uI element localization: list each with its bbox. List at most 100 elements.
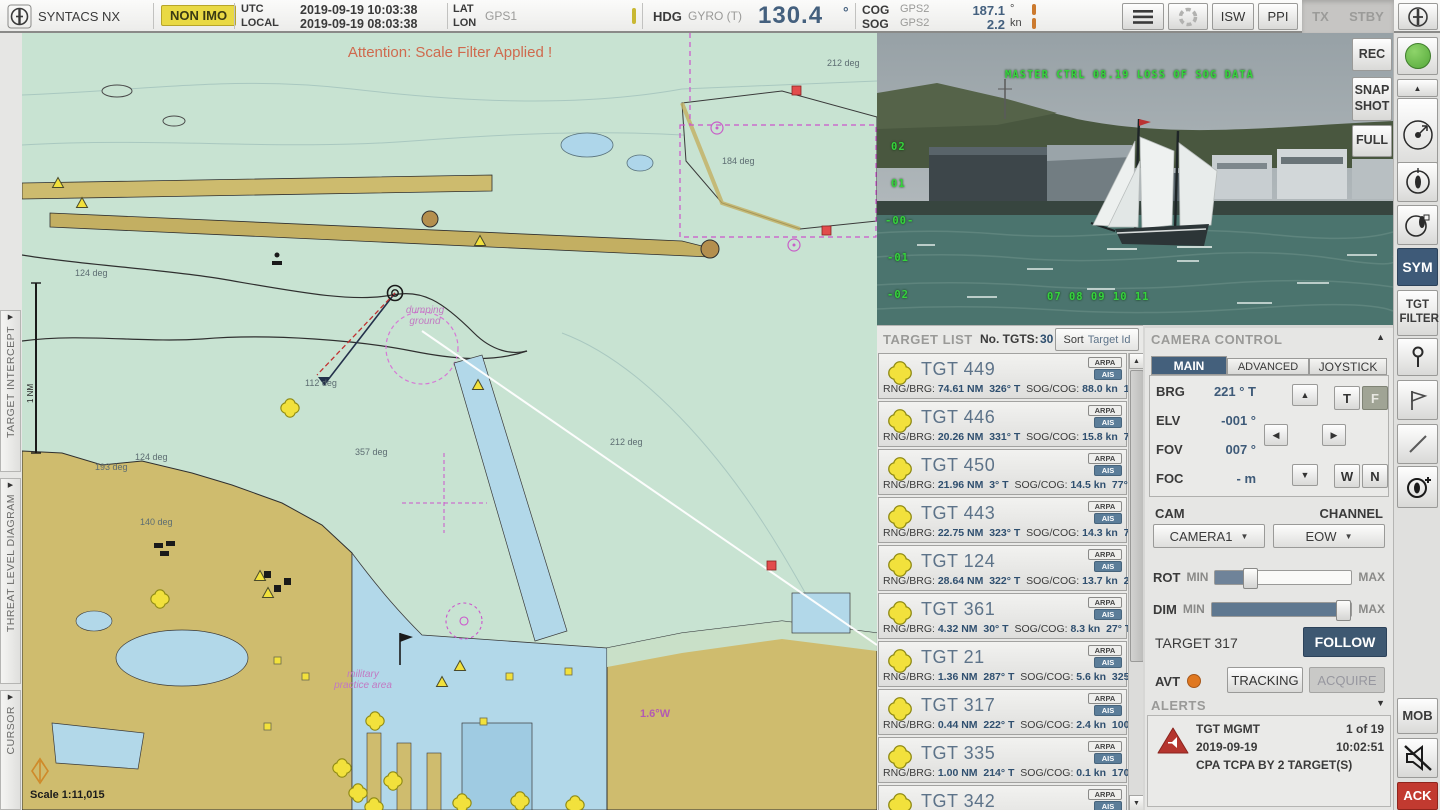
wide-button[interactable]: W [1334, 464, 1360, 488]
mob-button[interactable]: MOB [1397, 698, 1438, 734]
tgt-filter-label: TGT FILTER [1400, 299, 1436, 327]
day-night-button[interactable] [1168, 3, 1208, 30]
camera-control-title: CAMERA CONTROL [1151, 332, 1282, 347]
scrollbar-thumb[interactable] [1130, 370, 1143, 662]
pan-up-button[interactable]: ▲ [1292, 384, 1318, 406]
dim-slider-thumb[interactable] [1336, 600, 1351, 621]
stby-label: STBY [1349, 9, 1384, 24]
ais-badge: AIS [1094, 369, 1122, 380]
event-mark-button[interactable] [1397, 380, 1438, 420]
alerts-panel: ALERTS ▼ TGT MGMT 1 of 19 2019-09-19 10:… [1145, 695, 1393, 810]
sog-quality-indicator [1032, 18, 1036, 29]
target-list-item[interactable]: TGT 335 ARPA AIS RNG/BRG: 1.00 NM 214° T… [878, 737, 1127, 783]
utc-time: 2019-09-19 10:03:38 [300, 3, 417, 17]
fov-value: 007 ° [1194, 442, 1256, 457]
chevron-down-icon: ▼ [1345, 532, 1353, 541]
map-pin-icon [1410, 346, 1426, 368]
max-label: MAX [1358, 570, 1385, 584]
drop-mark-button[interactable] [1397, 338, 1438, 376]
collapse-down-icon[interactable]: ▼ [1376, 698, 1385, 708]
target-list-item[interactable]: TGT 361 ARPA AIS RNG/BRG: 4.32 NM 30° T … [878, 593, 1127, 639]
rot-slider-row: ROT MIN MAX [1153, 568, 1385, 586]
foc-label: FOC [1156, 471, 1183, 486]
sym-label: SYM [1402, 259, 1432, 276]
target-list-scrollbar[interactable]: ▲ ▼ [1128, 353, 1143, 810]
scroll-up-icon[interactable]: ▲ [1129, 353, 1143, 369]
target-name: TGT 335 [921, 743, 995, 764]
target-name: TGT 342 [921, 791, 995, 810]
dial-up-icon[interactable]: ▲ [1397, 79, 1438, 97]
tab-cursor[interactable]: ▶ CURSOR [0, 690, 21, 810]
bearing-dial-button[interactable] [1397, 98, 1438, 172]
menu-button[interactable] [1122, 3, 1164, 30]
target-name: TGT 124 [921, 551, 995, 572]
snapshot-button[interactable]: SNAP SHOT [1352, 77, 1392, 121]
app-window: SYNTACS NX NON IMO UTC LOCAL 2019-09-19 … [0, 0, 1440, 810]
camera-acquire-button[interactable] [1397, 466, 1438, 508]
tgt-count-label: No. TGTS: [980, 332, 1039, 346]
ppi-button[interactable]: PPI [1258, 3, 1298, 30]
near-label: N [1370, 469, 1379, 484]
tgt-filter-button[interactable]: TGT FILTER [1397, 290, 1438, 336]
ebl-vrm-button[interactable] [1397, 424, 1438, 464]
rot-slider[interactable] [1214, 570, 1352, 585]
focus-button[interactable]: F [1362, 386, 1388, 410]
cog-unit: ° [1010, 3, 1014, 15]
conning-button[interactable] [1398, 3, 1438, 30]
collapse-up-icon[interactable]: ▲ [1376, 332, 1385, 342]
camera-select[interactable]: CAMERA1▼ [1153, 524, 1265, 548]
pan-down-button[interactable]: ▼ [1292, 464, 1318, 486]
pan-right-button[interactable]: ▶ [1322, 424, 1346, 446]
follow-button[interactable]: FOLLOW [1303, 627, 1387, 657]
tele-button[interactable]: T [1334, 386, 1360, 410]
target-list-item[interactable]: TGT 342 ARPA AIS [878, 785, 1127, 810]
target-list-item[interactable]: TGT 450 ARPA AIS RNG/BRG: 21.96 NM 3° T … [878, 449, 1127, 495]
tx-stby-group[interactable]: TX STBY [1302, 0, 1394, 33]
chart-display[interactable]: Attention: Scale Filter Applied ! 124 de… [22, 33, 877, 810]
pan-left-button[interactable]: ◀ [1264, 424, 1288, 446]
camera-control-panel: CAMERA CONTROL ▲ MAIN ADVANCED JOYSTICK … [1145, 328, 1393, 695]
near-button[interactable]: N [1362, 464, 1388, 488]
utc-label: UTC [241, 3, 264, 15]
center-ownship-icon [1403, 167, 1433, 197]
alert-source: TGT MGMT [1196, 722, 1260, 736]
mute-button[interactable] [1397, 738, 1438, 778]
rec-button[interactable]: REC [1352, 38, 1392, 71]
wide-label: W [1341, 469, 1353, 484]
tab-main[interactable]: MAIN [1151, 356, 1227, 375]
target-list-item[interactable]: TGT 124 ARPA AIS RNG/BRG: 28.64 NM 322° … [878, 545, 1127, 591]
status-lamp-button[interactable] [1397, 37, 1438, 75]
target-list-item[interactable]: TGT 21 ARPA AIS RNG/BRG: 1.36 NM 287° T … [878, 641, 1127, 687]
tab-label: JOYSTICK [1319, 360, 1378, 374]
alert-entry[interactable]: TGT MGMT 1 of 19 2019-09-19 10:02:51 CPA… [1147, 715, 1391, 807]
target-details: RNG/BRG: 74.61 NM 326° T SOG/COG: 88.0 k… [883, 383, 1143, 395]
sort-button[interactable]: Sort Target Id [1055, 328, 1139, 351]
isw-button[interactable]: ISW [1212, 3, 1254, 30]
sym-button[interactable]: SYM [1397, 248, 1438, 286]
target-list-item[interactable]: TGT 443 ARPA AIS RNG/BRG: 22.75 NM 323° … [878, 497, 1127, 543]
tab-advanced[interactable]: ADVANCED [1227, 358, 1309, 375]
rot-slider-thumb[interactable] [1243, 568, 1258, 589]
hamburger-icon [1133, 10, 1153, 24]
tab-joystick[interactable]: JOYSTICK [1309, 358, 1387, 375]
position-source: GPS1 [485, 9, 517, 23]
center-ownship-button[interactable] [1397, 162, 1438, 202]
channel-select[interactable]: EOW▼ [1273, 524, 1385, 548]
tracking-button[interactable]: TRACKING [1227, 667, 1303, 693]
offset-ownship-button[interactable] [1397, 205, 1438, 245]
dim-slider[interactable] [1211, 602, 1352, 617]
scroll-down-icon[interactable]: ▼ [1129, 795, 1143, 810]
target-list-item[interactable]: TGT 446 ARPA AIS RNG/BRG: 20.26 NM 331° … [878, 401, 1127, 447]
ack-button[interactable]: ACK [1397, 782, 1438, 810]
target-list-item[interactable]: TGT 317 ARPA AIS RNG/BRG: 0.44 NM 222° T… [878, 689, 1127, 735]
tab-threat-level-diagram[interactable]: ▶ THREAT LEVEL DIAGRAM [0, 478, 21, 684]
target-list-item[interactable]: TGT 449 ARPA AIS RNG/BRG: 74.61 NM 326° … [878, 353, 1127, 399]
ais-badge: AIS [1094, 657, 1122, 668]
brilliance-icon [1177, 6, 1199, 28]
acquire-button[interactable]: ACQUIRE [1309, 667, 1385, 693]
bearing-dial-icon [1401, 118, 1435, 152]
target-name: TGT 443 [921, 503, 995, 524]
tab-target-intercept[interactable]: ▶ TARGET INTERCEPT [0, 310, 21, 472]
full-button[interactable]: FULL [1352, 125, 1392, 157]
ptz-group: BRG 221 ° T ELV -001 ° FOV 007 ° FOC - m… [1149, 375, 1389, 497]
